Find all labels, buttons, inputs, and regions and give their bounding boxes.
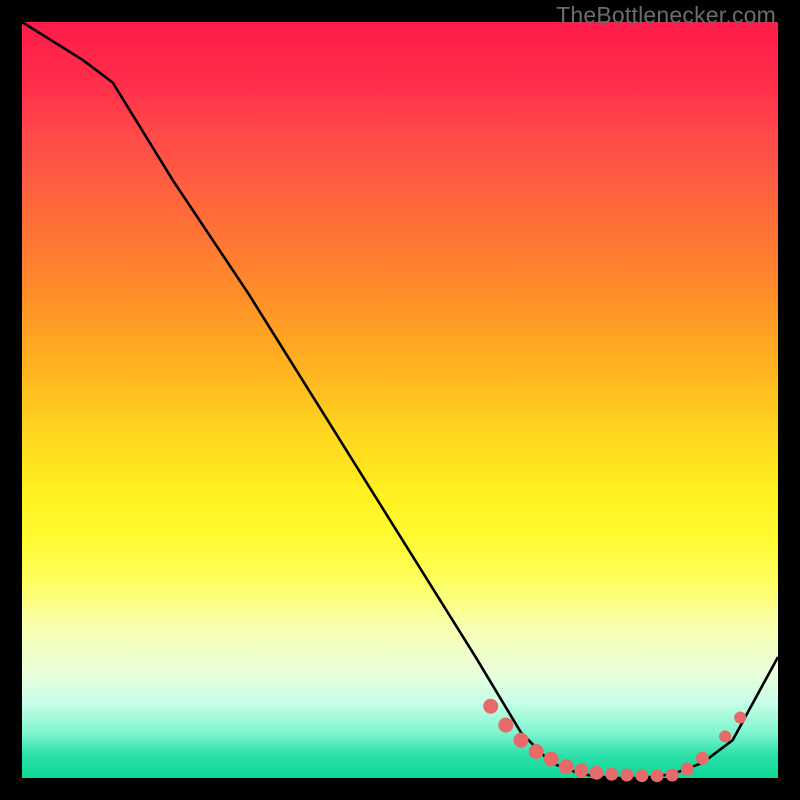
chart-container: TheBottlenecker.com bbox=[0, 0, 800, 800]
plot-gradient-area bbox=[22, 22, 778, 778]
watermark-text: TheBottlenecker.com bbox=[556, 2, 776, 29]
